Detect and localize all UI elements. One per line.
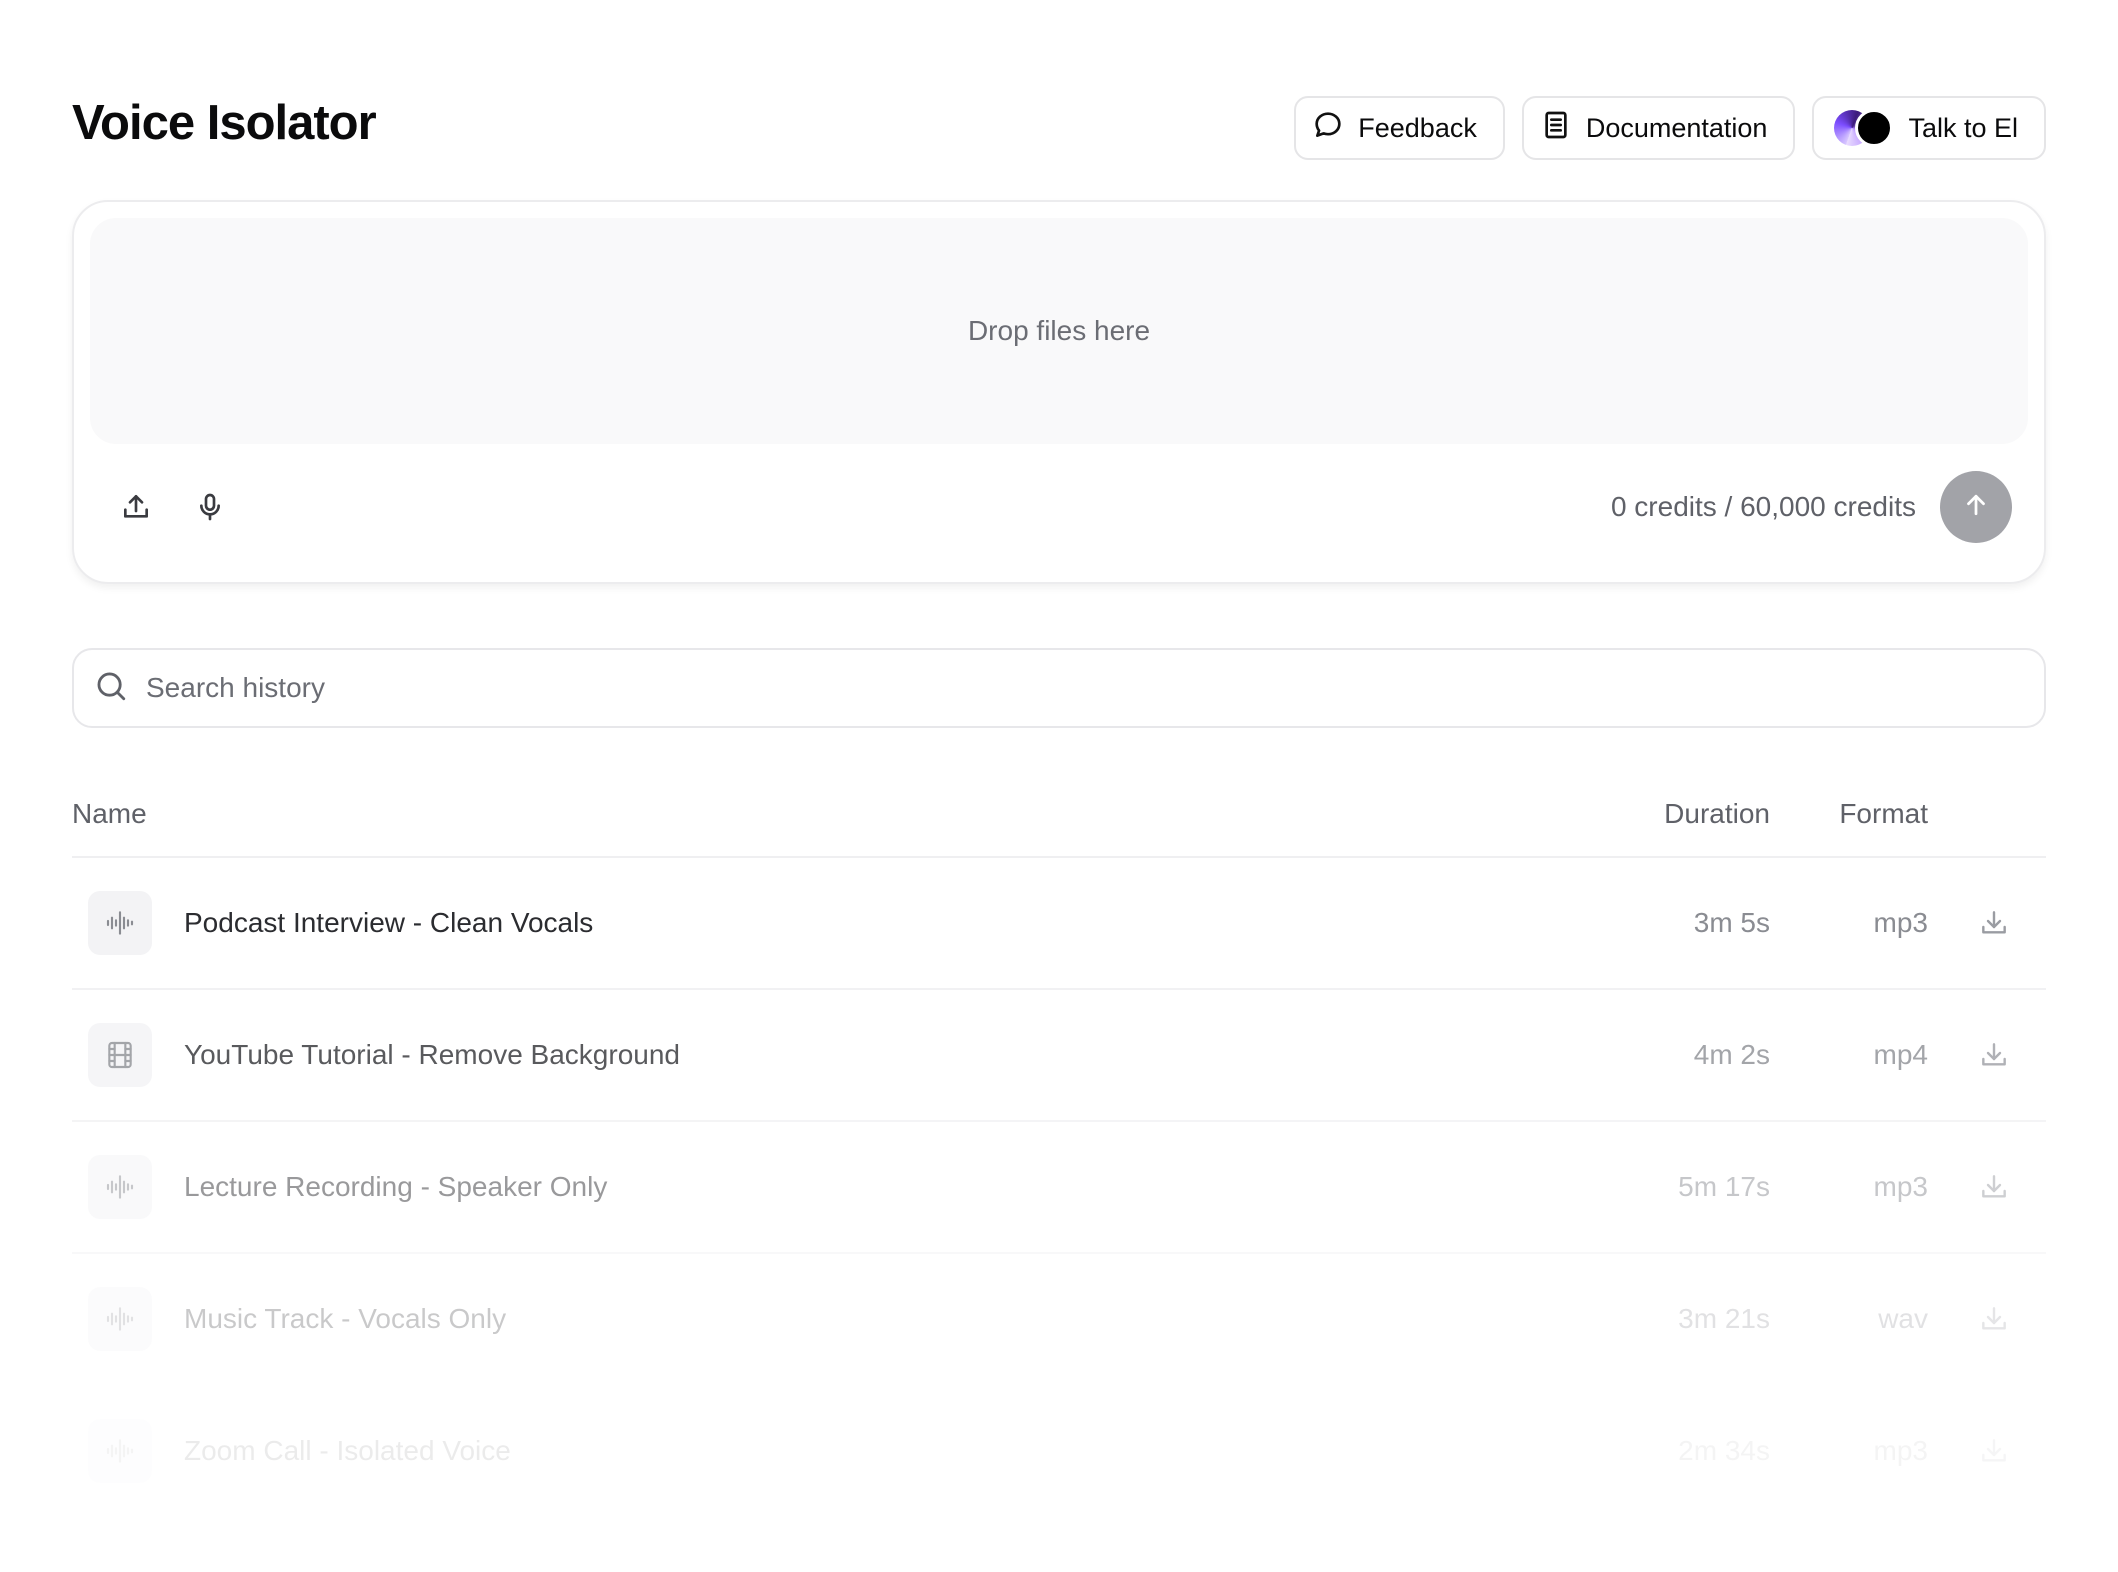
row-duration: 2m 34s xyxy=(1678,1435,1770,1466)
table-row[interactable]: YouTube Tutorial - Remove Background 4m … xyxy=(72,990,2046,1122)
column-header-name[interactable]: Name xyxy=(72,798,1610,830)
page-title: Voice Isolator xyxy=(72,96,377,150)
column-header-format[interactable]: Format xyxy=(1770,798,1928,830)
row-format: mp4 xyxy=(1873,1039,1928,1070)
row-name: Podcast Interview - Clean Vocals xyxy=(184,907,594,938)
file-dropzone[interactable]: Drop files here xyxy=(90,218,2028,444)
download-icon[interactable] xyxy=(1928,1039,2046,1071)
chat-bubble-icon xyxy=(1312,109,1344,148)
agent-orb-icon xyxy=(1830,109,1894,147)
feedback-button[interactable]: Feedback xyxy=(1294,96,1505,160)
row-name: Music Track - Vocals Only xyxy=(184,1303,507,1334)
search-history-bar[interactable] xyxy=(72,648,2046,728)
documentation-label: Documentation xyxy=(1585,112,1768,143)
documentation-button[interactable]: Documentation xyxy=(1521,96,1796,160)
row-duration: 3m 21s xyxy=(1678,1303,1770,1334)
download-icon[interactable] xyxy=(1928,907,2046,939)
credits-counter: 0 credits / 60,000 credits xyxy=(1610,491,1916,522)
submit-button[interactable] xyxy=(1940,471,2012,543)
arrow-up-icon xyxy=(1961,490,1991,525)
row-format: mp3 xyxy=(1873,1171,1928,1202)
table-row[interactable]: Music Track - Vocals Only 3m 21s wav xyxy=(72,1254,2046,1386)
video-film-icon xyxy=(88,1023,152,1087)
waveform-icon xyxy=(88,1287,152,1351)
waveform-icon xyxy=(88,1419,152,1483)
download-icon[interactable] xyxy=(1928,1435,2046,1467)
table-row[interactable]: Lecture Recording - Speaker Only 5m 17s … xyxy=(72,1122,2046,1254)
column-header-duration[interactable]: Duration xyxy=(1610,798,1770,830)
talk-to-el-button[interactable]: Talk to El xyxy=(1812,96,2046,160)
download-icon[interactable] xyxy=(1928,1171,2046,1203)
download-icon[interactable] xyxy=(1928,1303,2046,1335)
row-duration: 4m 2s xyxy=(1693,1039,1770,1070)
feedback-label: Feedback xyxy=(1358,112,1477,143)
waveform-icon xyxy=(88,891,152,955)
row-duration: 5m 17s xyxy=(1678,1171,1770,1202)
document-icon xyxy=(1540,109,1572,148)
upload-icon[interactable] xyxy=(120,491,152,523)
row-duration: 3m 5s xyxy=(1693,907,1770,938)
table-row[interactable]: Podcast Interview - Clean Vocals 3m 5s m… xyxy=(72,858,2046,990)
table-row[interactable]: Zoom Call - Isolated Voice 2m 34s mp3 xyxy=(72,1386,2046,1518)
voice-isolator-page: Voice Isolator Feedback Documentation Ta… xyxy=(0,0,2118,1572)
table-header: Name Duration Format xyxy=(72,772,2046,858)
row-name: YouTube Tutorial - Remove Background xyxy=(184,1039,680,1070)
row-format: mp3 xyxy=(1873,907,1928,938)
dropzone-text: Drop files here xyxy=(967,315,1151,346)
page-header: Voice Isolator Feedback Documentation Ta… xyxy=(72,0,2046,200)
search-input[interactable] xyxy=(144,671,2024,705)
upload-card: Drop files here 0 credits / 60,000 credi… xyxy=(72,200,2046,584)
row-name: Zoom Call - Isolated Voice xyxy=(184,1435,511,1466)
upload-tools xyxy=(120,491,226,523)
row-format: wav xyxy=(1878,1303,1928,1334)
microphone-icon[interactable] xyxy=(194,491,226,523)
search-icon xyxy=(94,669,128,708)
header-actions: Feedback Documentation Talk to El xyxy=(1294,96,2046,160)
history-table: Name Duration Format Podcast Interview -… xyxy=(72,772,2046,1518)
row-format: mp3 xyxy=(1873,1435,1928,1466)
waveform-icon xyxy=(88,1155,152,1219)
upload-card-footer: 0 credits / 60,000 credits xyxy=(90,444,2028,570)
row-name: Lecture Recording - Speaker Only xyxy=(184,1171,608,1202)
upload-submit-area: 0 credits / 60,000 credits xyxy=(1611,471,2012,543)
talk-to-el-label: Talk to El xyxy=(1908,112,2018,143)
